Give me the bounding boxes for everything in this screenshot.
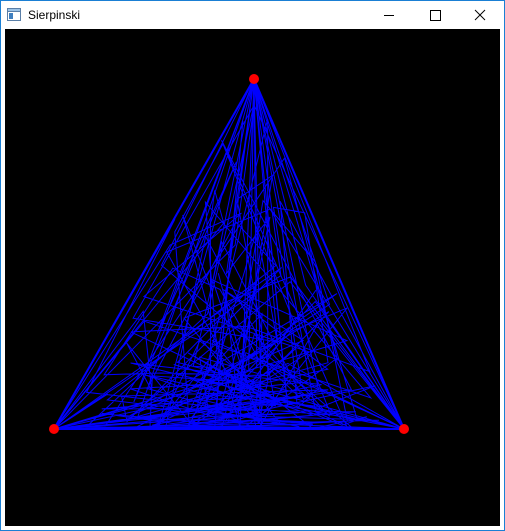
window-title: Sierpinski — [28, 8, 81, 22]
maximize-icon — [430, 10, 441, 21]
chaos-game-lines — [52, 77, 406, 431]
app-window: Sierpinski — [0, 0, 505, 531]
minimize-button[interactable] — [367, 1, 412, 30]
vertex-dot — [399, 424, 409, 434]
minimize-icon — [384, 15, 394, 16]
vertex-dot — [249, 74, 259, 84]
close-icon — [474, 9, 486, 21]
vertex-dot — [49, 424, 59, 434]
chaos-polyline — [52, 77, 406, 431]
sierpinski-drawing — [49, 74, 409, 434]
title-bar[interactable]: Sierpinski — [1, 1, 504, 30]
app-window-icon — [7, 8, 21, 21]
triangle-edge — [253, 78, 405, 430]
maximize-button[interactable] — [412, 1, 457, 30]
drawing-canvas[interactable] — [5, 29, 500, 526]
close-button[interactable] — [457, 1, 502, 30]
